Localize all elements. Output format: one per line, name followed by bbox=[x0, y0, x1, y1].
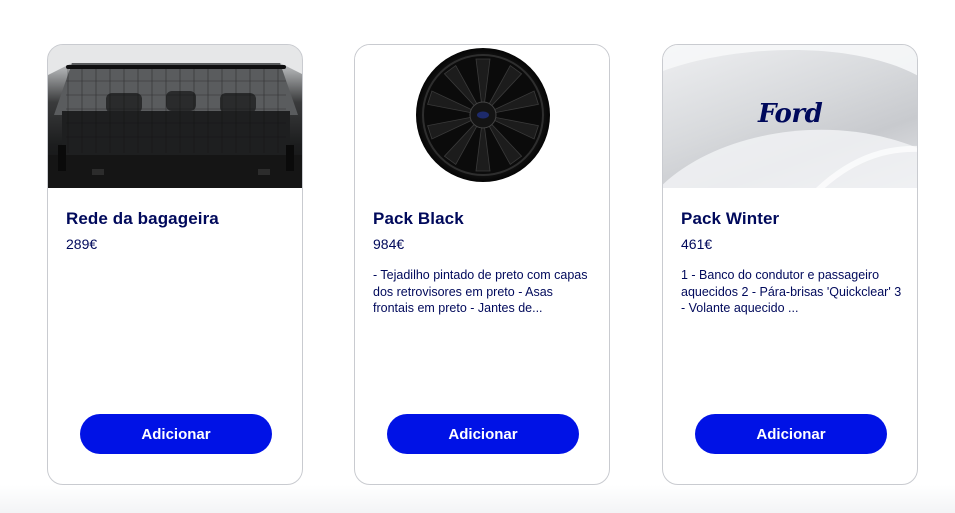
card-title: Pack Winter bbox=[681, 209, 780, 228]
accessory-card-pack-black: Pack Black 984€ - Tejadilho pintado de p… bbox=[354, 44, 610, 485]
black-alloy-wheel-icon bbox=[416, 48, 550, 182]
accessory-card-pack-winter: Ford Pack Winter 461€ 1 - Banco do condu… bbox=[662, 44, 918, 485]
ford-logo-icon: Ford bbox=[758, 99, 823, 129]
ford-backdrop-image: Ford bbox=[663, 45, 917, 188]
card-description: 1 - Banco do condutor e passageiro aquec… bbox=[681, 268, 902, 315]
add-button[interactable]: Adicionar bbox=[80, 414, 272, 454]
accessory-card-rede-da-bagageira: Rede da bagageira 289€ Adicionar bbox=[47, 44, 303, 485]
add-button[interactable]: Adicionar bbox=[387, 414, 579, 454]
add-button[interactable]: Adicionar bbox=[695, 414, 887, 454]
card-title: Rede da bagageira bbox=[66, 209, 219, 228]
card-price: 984€ bbox=[373, 236, 405, 252]
accessory-cards-page: Rede da bagageira 289€ Adicionar Pack Bl… bbox=[0, 0, 955, 513]
wheel-image bbox=[355, 45, 609, 188]
card-price: 289€ bbox=[66, 236, 98, 252]
bottom-fade bbox=[0, 485, 955, 513]
cargo-net-trunk-icon bbox=[48, 45, 302, 188]
card-title: Pack Black bbox=[373, 209, 464, 228]
card-description: - Tejadilho pintado de preto com capas d… bbox=[373, 268, 588, 315]
cargo-net-image bbox=[48, 45, 302, 188]
card-price: 461€ bbox=[681, 236, 713, 252]
